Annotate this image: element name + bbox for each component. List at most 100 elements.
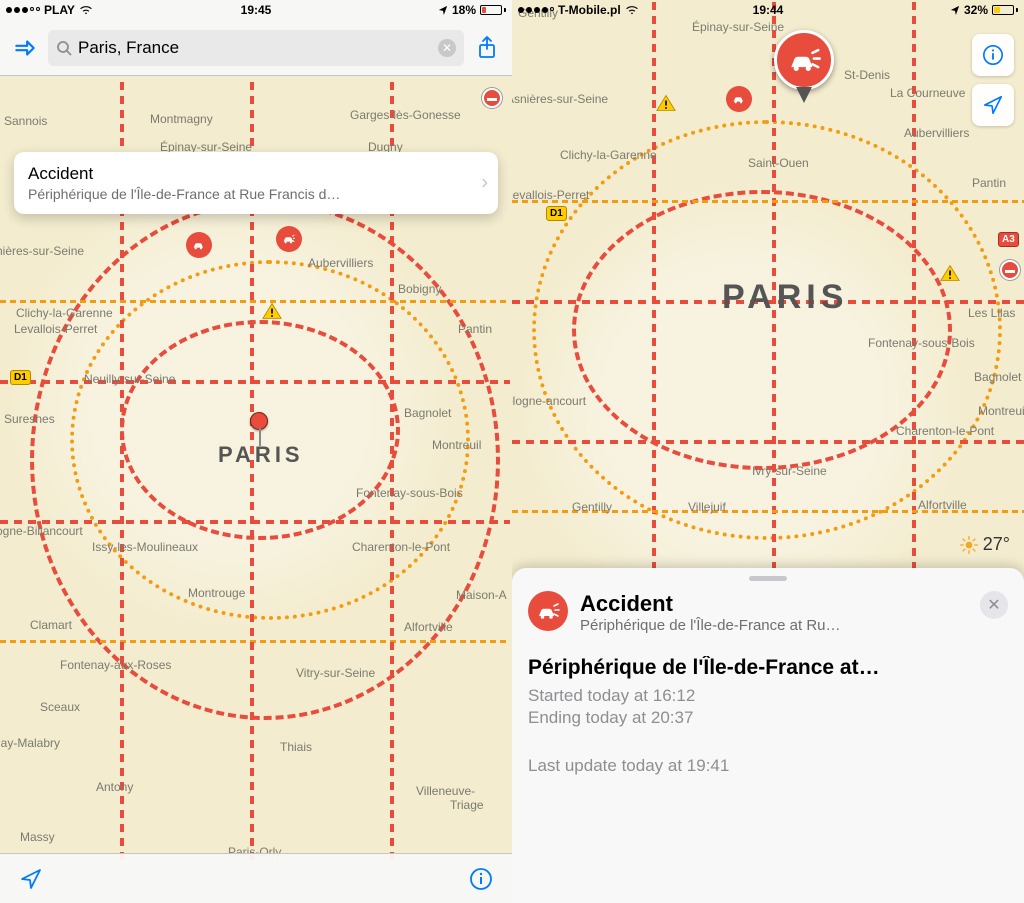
locate-me-button[interactable] — [16, 864, 46, 894]
carrier-label: PLAY — [44, 3, 75, 17]
place-label: nières-sur-Seine — [0, 244, 84, 258]
location-services-icon — [950, 5, 960, 15]
sheet-updated: Last update today at 19:41 — [528, 756, 1008, 776]
incident-sheet[interactable]: Accident Périphérique de l'Île-de-France… — [512, 568, 1024, 903]
signal-dots-icon — [518, 7, 554, 13]
callout-title: Accident — [28, 164, 462, 184]
place-label: Alfortville — [918, 498, 967, 512]
phone-right: Gentilly Épinay-sur-Seine St-Denis La Co… — [512, 0, 1024, 903]
clock: 19:44 — [753, 3, 784, 17]
sheet-ending: Ending today at 20:37 — [528, 708, 1008, 728]
map-canvas[interactable]: Sannois Montmagny Garges-lès-Gonesse Épi… — [0, 0, 512, 903]
place-label: Fontenay-sous-Bois — [868, 336, 975, 350]
weather-pill[interactable]: 27° — [959, 534, 1010, 555]
place-label: Clamart — [30, 618, 72, 632]
hazard-icon[interactable] — [262, 302, 282, 320]
bottom-toolbar — [0, 853, 512, 903]
place-label: Fontenay-aux-Roses — [60, 658, 171, 672]
place-label: Gentilly — [572, 500, 612, 514]
place-label: Villeneuve- — [416, 784, 475, 798]
wifi-icon — [625, 5, 639, 15]
close-sheet-button[interactable]: ✕ — [980, 591, 1008, 619]
place-label: Épinay-sur-Seine — [692, 20, 784, 34]
place-label: Les Lilas — [968, 306, 1015, 320]
place-label: Antony — [96, 780, 133, 794]
place-label: Triage — [450, 798, 484, 812]
place-label: Suresnes — [4, 412, 55, 426]
accident-icon — [528, 591, 568, 631]
place-label: Bobigny — [398, 282, 441, 296]
place-label: Montrouge — [188, 586, 245, 600]
location-services-icon — [438, 5, 448, 15]
accident-marker[interactable] — [276, 226, 302, 252]
place-label: Vitry-sur-Seine — [296, 666, 375, 680]
place-label: Bagnolet — [404, 406, 451, 420]
sheet-started: Started today at 16:12 — [528, 686, 1008, 706]
city-label: Paris — [722, 278, 848, 317]
carrier-label: T-Mobile.pl — [558, 3, 621, 17]
place-label: Maison-A — [456, 588, 507, 602]
no-entry-icon — [1000, 260, 1020, 280]
place-label: Massy — [20, 830, 55, 844]
search-field[interactable]: Paris, France ✕ — [48, 30, 464, 66]
place-label: Clichy-la-Garenne — [16, 306, 113, 320]
locate-me-button[interactable] — [972, 84, 1014, 126]
share-button[interactable] — [470, 28, 504, 68]
place-label: Thiais — [280, 740, 312, 754]
chevron-right-icon: › — [481, 172, 488, 195]
place-label: Pantin — [458, 322, 492, 336]
place-label: nay-Malabry — [0, 736, 60, 750]
battery-icon — [480, 5, 506, 15]
clear-search-button[interactable]: ✕ — [438, 39, 456, 57]
no-entry-icon — [482, 88, 502, 108]
place-label: Neuilly-sur-Seine — [84, 372, 175, 386]
place-label: La Courneuve — [890, 86, 965, 100]
accident-marker[interactable] — [186, 232, 212, 258]
place-label: Fontenay-sous-Bois — [356, 486, 463, 500]
nav-bar: Paris, France ✕ — [0, 20, 512, 76]
status-bar: T-Mobile.pl 19:44 32% — [512, 0, 1024, 20]
highway-badge-a3: A3 — [998, 232, 1019, 247]
place-label: Ivry-sur-Seine — [752, 464, 827, 478]
place-label: Issy-les-Moulineaux — [92, 540, 198, 554]
place-label: Pantin — [972, 176, 1006, 190]
sheet-title: Accident — [580, 591, 841, 617]
highway-badge-d1: D1 — [10, 370, 31, 385]
wifi-icon — [79, 5, 93, 15]
incident-callout[interactable]: Accident Périphérique de l'Île-de-France… — [14, 152, 498, 214]
place-label: Aubervilliers — [308, 256, 373, 270]
place-label: Bagnolet — [974, 370, 1021, 384]
place-label: Montreuil — [978, 404, 1024, 418]
sheet-grabber[interactable] — [749, 576, 787, 581]
selected-accident-pin[interactable] — [774, 30, 834, 90]
hazard-icon[interactable] — [656, 94, 676, 112]
signal-dots-icon — [6, 7, 40, 13]
place-label: Montmagny — [150, 112, 213, 126]
search-text: Paris, France — [78, 38, 432, 58]
hazard-icon[interactable] — [940, 264, 960, 282]
phone-left: Sannois Montmagny Garges-lès-Gonesse Épi… — [0, 0, 512, 903]
highway-badge-d1: D1 — [546, 206, 567, 221]
place-label: ologne-ancourt — [512, 394, 586, 408]
map-controls — [972, 34, 1014, 126]
place-label: Montreuil — [432, 438, 481, 452]
place-label: Charenton-le-Pont — [896, 424, 994, 438]
accident-marker[interactable] — [726, 86, 752, 112]
battery-pct: 32% — [964, 3, 988, 17]
battery-icon — [992, 5, 1018, 15]
place-label: Villejuif — [688, 500, 726, 514]
weather-temp: 27° — [983, 534, 1010, 555]
place-label: Sceaux — [40, 700, 80, 714]
info-button[interactable] — [972, 34, 1014, 76]
search-icon — [56, 40, 72, 56]
clock: 19:45 — [241, 3, 272, 17]
directions-button[interactable] — [8, 28, 42, 68]
place-label: Sannois — [4, 114, 47, 128]
place-label: Charenton-le-Pont — [352, 540, 450, 554]
sheet-location: Périphérique de l'Île-de-France at… — [528, 656, 1008, 680]
info-button[interactable] — [466, 864, 496, 894]
place-label: Aubervilliers — [904, 126, 969, 140]
callout-subtitle: Périphérique de l'Île-de-France at Rue F… — [28, 186, 462, 202]
map-pin[interactable] — [250, 412, 268, 430]
sheet-subtitle: Périphérique de l'Île-de-France at Ru… — [580, 617, 841, 634]
